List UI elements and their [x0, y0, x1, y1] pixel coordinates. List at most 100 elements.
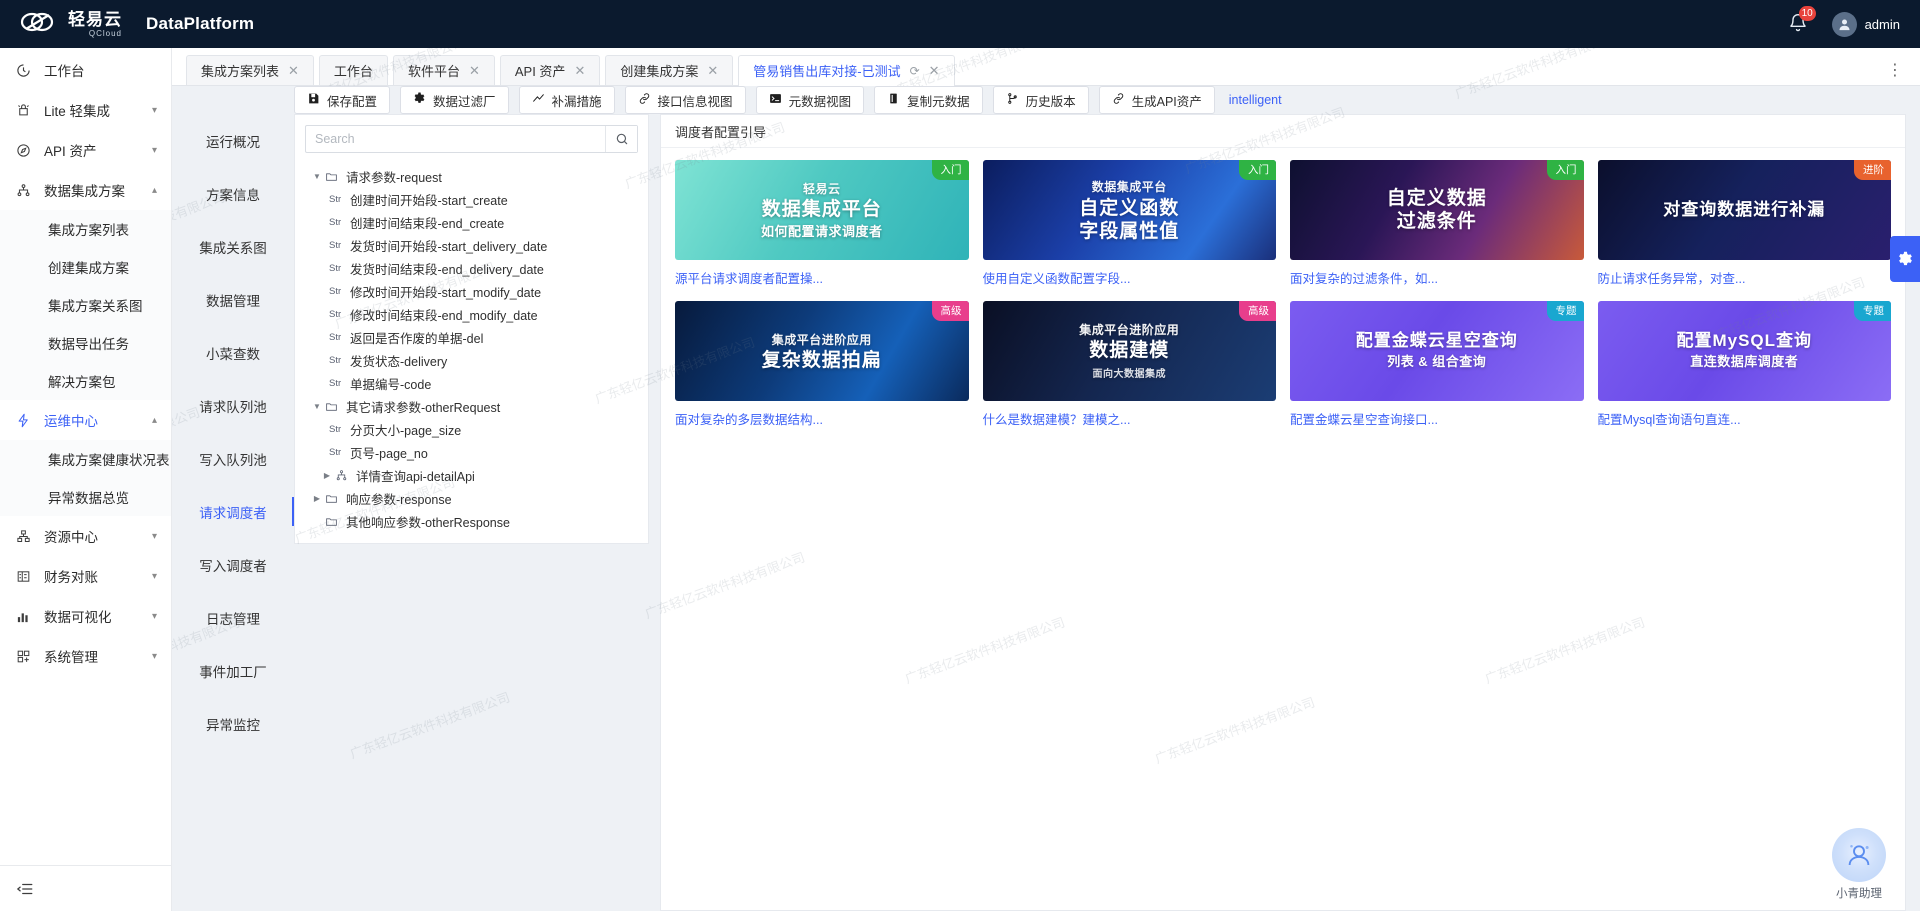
patch-measure-button[interactable]: 补漏措施 [519, 86, 615, 114]
refresh-icon[interactable]: ⟳ [910, 64, 920, 78]
sidebar-item-resource-center[interactable]: 资源中心 ▾ [0, 516, 171, 556]
copy-metadata-button[interactable]: 复制元数据 [874, 86, 983, 114]
sidebar-subitem-health-table[interactable]: 集成方案健康状况表 [0, 440, 171, 478]
module-item-write-queue[interactable]: 写入队列池 [172, 432, 294, 485]
sidebar-item-system[interactable]: 系统管理 ▾ [0, 636, 171, 676]
module-item-event-factory[interactable]: 事件加工厂 [172, 644, 294, 697]
assistant-avatar-icon [1832, 828, 1886, 882]
tree-node-start-create[interactable]: Str 创建时间开始段-start_create [295, 188, 648, 211]
sidebar-item-lite[interactable]: Lite 轻集成 ▾ [0, 90, 171, 130]
module-item-request-queue[interactable]: 请求队列池 [172, 379, 294, 432]
close-icon[interactable]: ✕ [929, 64, 940, 77]
module-item-scheme-info[interactable]: 方案信息 [172, 167, 294, 220]
guide-card[interactable]: 高级 集成平台进阶应用 复杂数据拍扁 面对复杂的多层数据结构... [675, 301, 969, 428]
chevron-down-icon: ▾ [152, 531, 157, 542]
tree-node-page-size[interactable]: Str 分页大小-page_size [295, 418, 648, 441]
search-icon[interactable] [605, 126, 637, 152]
sidebar-item-ops-center[interactable]: 运维中心 ▴ [0, 400, 171, 440]
tree-node-code[interactable]: Str 单据编号-code [295, 372, 648, 395]
sidebar-item-finance[interactable]: 财务对账 ▾ [0, 556, 171, 596]
generate-api-asset-button[interactable]: 生成API资产 [1099, 86, 1215, 114]
sidebar-subitem-export-task[interactable]: 数据导出任务 [0, 324, 171, 362]
sidebar-item-workbench[interactable]: 工作台 [0, 50, 171, 90]
tree-node-page-no[interactable]: Str 页号-page_no [295, 441, 648, 464]
card-caption[interactable]: 什么是数据建模？建模之... [983, 409, 1277, 428]
card-caption[interactable]: 面对复杂的过滤条件，如... [1290, 268, 1584, 287]
tree-node-end-modify-date[interactable]: Str 修改时间结束段-end_modify_date [295, 303, 648, 326]
history-version-button[interactable]: 历史版本 [993, 86, 1089, 114]
brand[interactable]: 轻易云 QCloud DataPlatform [18, 8, 254, 40]
guide-card[interactable]: 进阶 对查询数据进行补漏 防止请求任务异常，对查... [1598, 160, 1892, 287]
notifications-button[interactable]: 10 [1788, 13, 1810, 35]
chevron-up-icon: ▴ [152, 415, 157, 426]
tree-node-response[interactable]: ▶ 响应参数-response [295, 487, 648, 510]
card-caption[interactable]: 面对复杂的多层数据结构... [675, 409, 969, 428]
tab-guanyi-sales-outbound[interactable]: 管易销售出库对接-已测试 ⟳ ✕ [738, 55, 954, 85]
module-item-relation-graph[interactable]: 集成关系图 [172, 220, 294, 273]
chevron-right-icon[interactable]: ▶ [319, 471, 335, 480]
card-caption[interactable]: 源平台请求调度者配置操... [675, 268, 969, 287]
module-item-exception-monitor[interactable]: 异常监控 [172, 697, 294, 750]
user-menu[interactable]: admin [1832, 12, 1900, 37]
tab-scheme-list[interactable]: 集成方案列表 ✕ [186, 55, 314, 85]
guide-card[interactable]: 入门 自定义数据 过滤条件 面对复杂的过滤条件，如... [1290, 160, 1584, 287]
module-item-request-scheduler[interactable]: 请求调度者 [172, 485, 294, 538]
sidebar-subitem-scheme-list[interactable]: 集成方案列表 [0, 210, 171, 248]
save-config-button[interactable]: 保存配置 [294, 86, 390, 114]
module-item-data-management[interactable]: 数据管理 [172, 273, 294, 326]
tree-node-start-modify-date[interactable]: Str 修改时间开始段-start_modify_date [295, 280, 648, 303]
close-icon[interactable]: ✕ [469, 64, 480, 77]
close-icon[interactable]: ✕ [574, 64, 585, 77]
data-filter-button[interactable]: 数据过滤厂 [400, 86, 509, 114]
header-actions: 10 admin [1788, 12, 1900, 37]
close-icon[interactable]: ✕ [288, 64, 299, 77]
card-caption[interactable]: 使用自定义函数配置字段... [983, 268, 1277, 287]
sidebar-subitem-abnormal-overview[interactable]: 异常数据总览 [0, 478, 171, 516]
sidebar-subitem-create-scheme[interactable]: 创建集成方案 [0, 248, 171, 286]
more-vertical-icon[interactable]: ⋮ [1879, 60, 1912, 85]
module-item-query-data[interactable]: 小菜查数 [172, 326, 294, 379]
tree-node-end-create[interactable]: Str 创建时间结束段-end_create [295, 211, 648, 234]
guide-card[interactable]: 入门 轻易云 数据集成平台 如何配置请求调度者 源平台请求调度者配置操... [675, 160, 969, 287]
tree-node-detail-api[interactable]: ▶ 详情查询api-detailApi [295, 464, 648, 487]
settings-drawer-button[interactable] [1890, 236, 1920, 282]
tab-api-assets[interactable]: API 资产 ✕ [500, 55, 600, 85]
guide-card[interactable]: 专题 配置MySQL查询 直连数据库调度者 配置Mysql查询语句直连... [1598, 301, 1892, 428]
interface-info-view-button[interactable]: 接口信息视图 [625, 86, 746, 114]
card-caption[interactable]: 配置Mysql查询语句直连... [1598, 409, 1892, 428]
tab-create-scheme[interactable]: 创建集成方案 ✕ [605, 55, 733, 85]
tree-node-request-params[interactable]: ▼ 请求参数-request [295, 165, 648, 188]
intelligent-link[interactable]: intelligent [1229, 93, 1282, 107]
search-box[interactable] [305, 125, 638, 153]
close-icon[interactable]: ✕ [707, 64, 718, 77]
tree-node-delivery[interactable]: Str 发货状态-delivery [295, 349, 648, 372]
assistant-widget[interactable]: 小青助理 [1820, 828, 1898, 901]
tab-workbench[interactable]: 工作台 [319, 55, 388, 85]
module-item-write-scheduler[interactable]: 写入调度者 [172, 538, 294, 591]
sidebar-item-api-assets[interactable]: API 资产 ▾ [0, 130, 171, 170]
chevron-right-icon[interactable]: ▶ [309, 494, 325, 503]
tab-software-platform[interactable]: 软件平台 ✕ [393, 55, 495, 85]
guide-card[interactable]: 专题 配置金蝶云星空查询 列表 & 组合查询 配置金蝶云星空查询接口... [1290, 301, 1584, 428]
guide-card[interactable]: 入门 数据集成平台 自定义函数 字段属性值 使用自定义函数配置字段... [983, 160, 1277, 287]
tree-node-del[interactable]: Str 返回是否作废的单据-del [295, 326, 648, 349]
chevron-down-icon[interactable]: ▼ [309, 402, 325, 411]
module-item-run-overview[interactable]: 运行概况 [172, 114, 294, 167]
metadata-view-button[interactable]: 元数据视图 [756, 86, 865, 114]
tree-node-other-response[interactable]: 其他响应参数-otherResponse [295, 510, 648, 533]
sidebar-item-visualization[interactable]: 数据可视化 ▾ [0, 596, 171, 636]
card-caption[interactable]: 防止请求任务异常，对查... [1598, 268, 1892, 287]
card-caption[interactable]: 配置金蝶云星空查询接口... [1290, 409, 1584, 428]
chevron-down-icon[interactable]: ▼ [309, 172, 325, 181]
search-input[interactable] [306, 126, 605, 152]
module-item-log-management[interactable]: 日志管理 [172, 591, 294, 644]
tree-node-other-request[interactable]: ▼ 其它请求参数-otherRequest [295, 395, 648, 418]
guide-card[interactable]: 高级 集成平台进阶应用 数据建模 面向大数据集成 什么是数据建模？建模之... [983, 301, 1277, 428]
sidebar-item-integration[interactable]: 数据集成方案 ▴ [0, 170, 171, 210]
sidebar-subitem-scheme-graph[interactable]: 集成方案关系图 [0, 286, 171, 324]
tree-node-end-delivery-date[interactable]: Str 发货时间结束段-end_delivery_date [295, 257, 648, 280]
tree-node-label: 创建时间结束段-end_create [350, 213, 504, 232]
collapse-menu-icon[interactable] [16, 880, 34, 898]
tree-node-start-delivery-date[interactable]: Str 发货时间开始段-start_delivery_date [295, 234, 648, 257]
sidebar-subitem-solution-package[interactable]: 解决方案包 [0, 362, 171, 400]
